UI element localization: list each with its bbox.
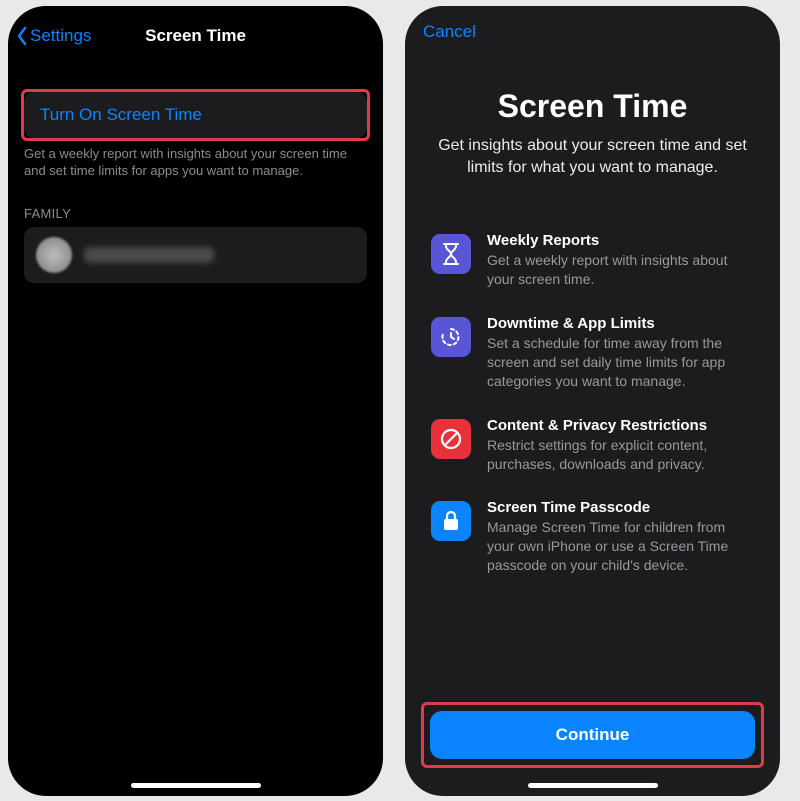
feature-desc: Restrict settings for explicit content, … xyxy=(487,436,754,474)
home-indicator[interactable] xyxy=(528,783,658,788)
feature-downtime: Downtime & App Limits Set a schedule for… xyxy=(431,315,754,391)
feature-desc: Set a schedule for time away from the sc… xyxy=(487,334,754,391)
intro-screen: Cancel Screen Time Get insights about yo… xyxy=(405,6,780,796)
home-indicator[interactable] xyxy=(131,783,261,788)
feature-text: Screen Time Passcode Manage Screen Time … xyxy=(487,499,754,575)
hourglass-icon xyxy=(431,234,471,274)
feature-list: Weekly Reports Get a weekly report with … xyxy=(405,232,780,575)
family-header: FAMILY xyxy=(8,206,383,227)
feature-restrictions: Content & Privacy Restrictions Restrict … xyxy=(431,417,754,474)
back-button[interactable]: Settings xyxy=(16,26,91,46)
family-member-row[interactable] xyxy=(24,227,367,283)
feature-text: Downtime & App Limits Set a schedule for… xyxy=(487,315,754,391)
highlight-box: Continue xyxy=(421,702,764,768)
cancel-button[interactable]: Cancel xyxy=(405,6,780,42)
feature-passcode: Screen Time Passcode Manage Screen Time … xyxy=(431,499,754,575)
clock-icon xyxy=(431,317,471,357)
family-member-name xyxy=(84,247,214,263)
avatar xyxy=(36,237,72,273)
page-title: Screen Time xyxy=(405,88,780,125)
nav-title: Screen Time xyxy=(145,26,246,46)
section-footer: Get a weekly report with insights about … xyxy=(8,146,383,180)
turn-on-section: Turn On Screen Time xyxy=(8,89,383,141)
back-label: Settings xyxy=(30,26,91,46)
chevron-left-icon xyxy=(16,26,28,46)
feature-desc: Manage Screen Time for children from you… xyxy=(487,518,754,575)
page-subtitle: Get insights about your screen time and … xyxy=(405,125,780,178)
feature-weekly-reports: Weekly Reports Get a weekly report with … xyxy=(431,232,754,289)
nav-bar: Settings Screen Time xyxy=(8,14,383,58)
settings-screen: Settings Screen Time Turn On Screen Time… xyxy=(8,6,383,796)
lock-icon xyxy=(431,501,471,541)
feature-title: Downtime & App Limits xyxy=(487,315,754,332)
feature-text: Weekly Reports Get a weekly report with … xyxy=(487,232,754,289)
turn-on-screen-time-button[interactable]: Turn On Screen Time xyxy=(24,92,367,138)
feature-desc: Get a weekly report with insights about … xyxy=(487,251,754,289)
feature-title: Screen Time Passcode xyxy=(487,499,754,516)
feature-title: Content & Privacy Restrictions xyxy=(487,417,754,434)
feature-title: Weekly Reports xyxy=(487,232,754,249)
feature-text: Content & Privacy Restrictions Restrict … xyxy=(487,417,754,474)
continue-button[interactable]: Continue xyxy=(430,711,755,759)
highlight-box: Turn On Screen Time xyxy=(21,89,370,141)
no-entry-icon xyxy=(431,419,471,459)
